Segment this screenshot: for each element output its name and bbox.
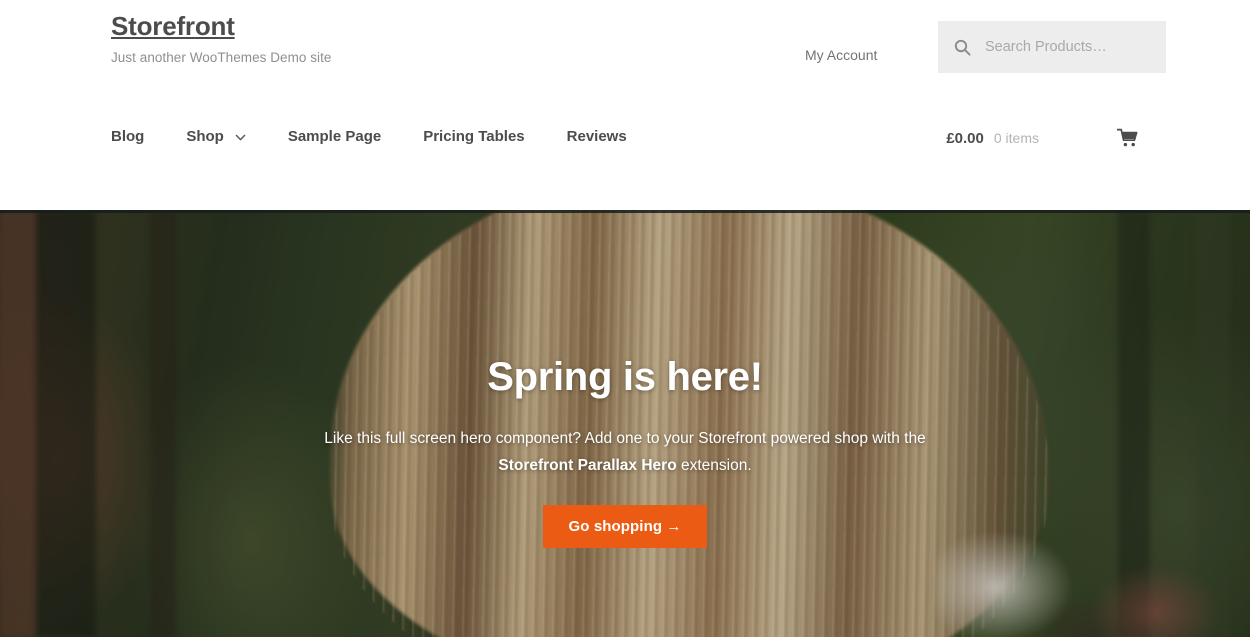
hero-text-before: Like this full screen hero component? Ad… xyxy=(324,430,926,447)
nav-item-reviews[interactable]: Reviews xyxy=(567,128,627,145)
nav-item-label: Blog xyxy=(111,128,145,145)
nav-item-label: Shop xyxy=(186,128,224,145)
primary-navigation: Blog Shop Sample Page Pricing Tables Rev… xyxy=(111,128,627,145)
nav-item-pricing-tables[interactable]: Pricing Tables xyxy=(423,128,524,145)
storefront-demo-page: Storefront Just another WooThemes Demo s… xyxy=(0,0,1250,637)
product-search-form xyxy=(938,21,1166,73)
nav-item-shop[interactable]: Shop xyxy=(186,128,246,145)
nav-item-blog[interactable]: Blog xyxy=(111,128,144,145)
site-description: Just another WooThemes Demo site xyxy=(111,49,332,65)
search-icon xyxy=(954,39,971,56)
hero-title: Spring is here! xyxy=(487,355,763,399)
nav-item-label: Pricing Tables xyxy=(423,128,525,145)
hero-description: Like this full screen hero component? Ad… xyxy=(295,425,955,479)
go-shopping-button[interactable]: Go shopping → xyxy=(542,505,708,549)
nav-item-label: Reviews xyxy=(566,128,627,145)
hero-text-after: extension. xyxy=(676,457,752,475)
shopping-cart-icon[interactable] xyxy=(1117,128,1139,148)
my-account-link[interactable]: My Account xyxy=(805,47,877,63)
hero-content: Spring is here! Like this full screen he… xyxy=(95,210,1155,549)
hero-text-bold: Storefront Parallax Hero xyxy=(498,457,677,475)
cart-contents[interactable]: £0.00 0 items xyxy=(946,128,1139,148)
header-inner: Storefront Just another WooThemes Demo s… xyxy=(95,0,1166,210)
nav-item-label: Sample Page xyxy=(287,128,382,145)
site-header: Storefront Just another WooThemes Demo s… xyxy=(0,0,1250,210)
nav-item-sample-page[interactable]: Sample Page xyxy=(288,128,381,145)
search-input[interactable] xyxy=(985,39,1150,55)
chevron-down-icon[interactable] xyxy=(235,132,246,143)
site-branding: Storefront Just another WooThemes Demo s… xyxy=(111,11,332,65)
site-title[interactable]: Storefront xyxy=(111,11,235,41)
cart-total-amount: £0.00 xyxy=(946,129,984,147)
cart-item-count: 0 items xyxy=(993,130,1039,146)
hero-section: Spring is here! Like this full screen he… xyxy=(0,210,1250,637)
